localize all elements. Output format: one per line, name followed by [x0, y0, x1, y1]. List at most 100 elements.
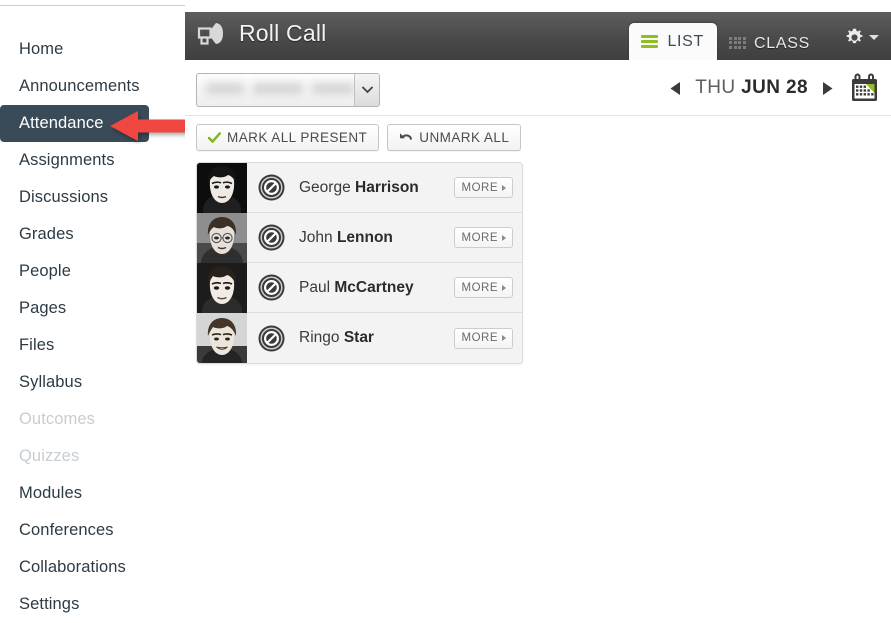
student-more-label: MORE: [461, 281, 498, 294]
bulk-actions-toolbar: MARK ALL PRESENT UNMARK ALL: [196, 124, 522, 151]
student-more-button[interactable]: MORE: [453, 277, 513, 298]
roll-call-app-frame: Roll Call LIST CLASS THU JUN 28 MARK ALL…: [185, 12, 891, 617]
date-navigation: THU JUN 28: [669, 69, 880, 107]
student-roster-list: George Harrison MORE John Lennon MORE Paul…: [196, 162, 523, 364]
date-monthday: JUN 28: [741, 77, 808, 98]
student-name: George Harrison: [299, 179, 454, 197]
student-more-label: MORE: [461, 332, 498, 344]
course-nav-list: Home Announcements Attendance Assignments Di…: [0, 31, 185, 623]
sidebar-item-label: Pages: [19, 299, 67, 317]
chevron-right-icon: [502, 184, 506, 191]
tab-list[interactable]: LIST: [629, 23, 718, 60]
avatar: [197, 313, 247, 363]
student-more-button[interactable]: MORE: [453, 227, 513, 248]
list-lines-icon: [641, 35, 659, 48]
attendance-status-toggle[interactable]: [258, 224, 285, 251]
sidebar-item-settings[interactable]: Settings: [0, 586, 185, 623]
sidebar-item-label: Grades: [19, 225, 74, 243]
next-day-button[interactable]: [821, 81, 834, 96]
sidebar-item-label: Files: [19, 336, 55, 354]
tab-class[interactable]: CLASS: [717, 27, 823, 60]
sidebar-item-discussions[interactable]: Discussions: [0, 179, 185, 216]
sidebar-top-divider: [0, 5, 185, 6]
sidebar-item-announcements[interactable]: Announcements: [0, 68, 185, 105]
sidebar-item-label: Collaborations: [19, 558, 126, 576]
app-header: Roll Call LIST CLASS: [185, 12, 891, 60]
sidebar-item-attendance[interactable]: Attendance: [0, 105, 149, 142]
attendance-status-toggle[interactable]: [258, 174, 285, 201]
student-first-name: Paul: [299, 278, 331, 296]
page-title: Roll Call: [239, 20, 327, 46]
avatar: [197, 163, 247, 213]
student-more-button[interactable]: MORE: [453, 177, 513, 198]
sidebar-item-label: People: [19, 262, 71, 280]
student-first-name: Ringo: [299, 329, 340, 346]
student-row: Paul McCartney MORE: [197, 262, 522, 313]
section-select-chevron: [354, 74, 379, 106]
sidebar-item-modules[interactable]: Modules: [0, 475, 185, 512]
gear-icon: [846, 28, 863, 44]
settings-menu-button[interactable]: [845, 28, 879, 47]
sidebar-item-outcomes: Outcomes: [0, 401, 185, 438]
sidebar-item-label: Modules: [19, 484, 83, 502]
sidebar-item-pages[interactable]: Pages: [0, 290, 185, 327]
unmark-all-label: UNMARK ALL: [419, 130, 510, 145]
sidebar-item-label: Conferences: [19, 521, 114, 539]
sidebar-item-files[interactable]: Files: [0, 327, 185, 364]
student-row: George Harrison MORE: [197, 163, 522, 213]
course-navigation-sidebar: Home Announcements Attendance Assignments Di…: [0, 0, 185, 617]
sidebar-item-label: Assignments: [19, 151, 115, 169]
unmark-all-button[interactable]: UNMARK ALL: [387, 124, 522, 151]
sidebar-item-label: Announcements: [19, 77, 140, 95]
sidebar-item-label: Syllabus: [19, 373, 83, 391]
megaphone-icon: [197, 22, 223, 45]
calendar-icon[interactable]: [849, 73, 880, 104]
sidebar-item-grades[interactable]: Grades: [0, 216, 185, 253]
sidebar-item-conferences[interactable]: Conferences: [0, 512, 185, 549]
student-more-label: MORE: [461, 231, 498, 244]
student-last-name: Lennon: [336, 228, 393, 246]
tab-list-label: LIST: [667, 32, 705, 50]
current-date-label: THU JUN 28: [695, 77, 808, 99]
mark-all-present-label: MARK ALL PRESENT: [227, 130, 368, 145]
sidebar-item-label: Home: [19, 40, 64, 58]
student-name: Paul McCartney: [299, 279, 454, 297]
attendance-status-toggle[interactable]: [258, 325, 285, 352]
chevron-down-icon: [361, 86, 373, 94]
sidebar-item-label: Discussions: [19, 188, 109, 206]
sidebar-item-label: Attendance: [19, 114, 104, 132]
student-first-name: George: [299, 178, 351, 196]
student-row: Ringo Star MORE: [197, 313, 522, 363]
sidebar-item-quizzes: Quizzes: [0, 438, 185, 475]
section-select-value: [206, 82, 354, 97]
student-more-button[interactable]: MORE: [453, 327, 513, 349]
mark-all-present-button[interactable]: MARK ALL PRESENT: [196, 124, 380, 151]
chevron-right-icon: [502, 335, 506, 341]
sidebar-item-collaborations[interactable]: Collaborations: [0, 549, 185, 586]
avatar: [197, 262, 247, 313]
tab-class-label: CLASS: [754, 34, 810, 52]
sidebar-item-assignments[interactable]: Assignments: [0, 142, 185, 179]
sidebar-item-people[interactable]: People: [0, 253, 185, 290]
sidebar-item-label: Quizzes: [19, 447, 80, 465]
date-weekday: THU: [695, 77, 736, 98]
student-name: Ringo Star: [299, 329, 454, 347]
student-last-name: Harrison: [355, 178, 419, 196]
student-row: John Lennon MORE: [197, 212, 522, 263]
check-icon: [208, 131, 221, 143]
section-select[interactable]: [196, 73, 380, 107]
toolbar: THU JUN 28: [185, 60, 891, 116]
grid-icon: [729, 36, 746, 51]
avatar: [197, 212, 247, 263]
sidebar-item-label: Settings: [19, 595, 80, 613]
sidebar-item-home[interactable]: Home: [0, 31, 185, 68]
chevron-right-icon: [502, 284, 506, 291]
previous-day-button[interactable]: [669, 81, 682, 96]
student-last-name: Star: [343, 329, 374, 346]
chevron-down-icon: [869, 35, 879, 40]
view-tabs: LIST CLASS: [629, 12, 823, 60]
app-title-group: Roll Call: [196, 20, 326, 47]
student-more-label: MORE: [461, 181, 498, 194]
sidebar-item-syllabus[interactable]: Syllabus: [0, 364, 185, 401]
attendance-status-toggle[interactable]: [258, 274, 285, 301]
